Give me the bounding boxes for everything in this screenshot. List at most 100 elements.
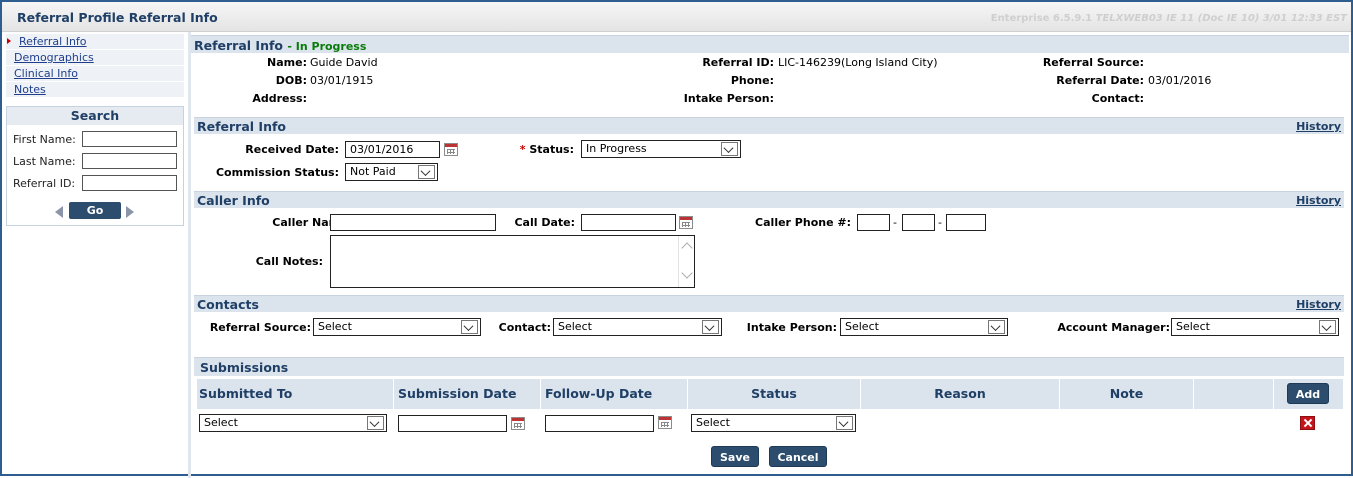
call-date-label: Call Date: <box>514 216 575 229</box>
commission-status-label: Commission Status: <box>215 166 339 179</box>
column-header-submission-date: Submission Date <box>394 379 541 409</box>
last-name-input[interactable] <box>82 153 177 169</box>
app-window: Referral Profile Referral Info Enterpris… <box>0 0 1353 478</box>
contact-header-label: Contact: <box>1091 92 1144 105</box>
referral-source-select[interactable]: Select <box>313 318 481 336</box>
required-marker: * <box>519 143 526 156</box>
referral-header-bar: Referral Info - In Progress <box>191 35 1349 53</box>
submitted-to-value: Select <box>204 416 238 429</box>
search-title: Search <box>7 107 183 125</box>
calendar-icon[interactable] <box>511 417 525 430</box>
received-date-input[interactable]: 03/01/2016 <box>345 141 440 158</box>
phone-separator: - <box>938 216 942 229</box>
referral-source-header-label: Referral Source: <box>1042 56 1144 69</box>
referral-header-title: Referral Info - In Progress <box>194 38 366 53</box>
referral-id-label: Referral ID: <box>13 177 76 190</box>
chevron-down-icon <box>681 267 693 279</box>
caller-info-section-header: Caller Info History <box>194 191 1344 208</box>
chevron-down-icon <box>1319 320 1336 334</box>
submission-date-input[interactable] <box>398 415 507 432</box>
first-name-input[interactable] <box>82 131 177 147</box>
main-panel: Referral Info - In Progress Name: Guide … <box>191 32 1351 478</box>
status-label: * Status: <box>520 143 574 156</box>
submission-status-select[interactable]: Select <box>691 414 856 432</box>
caller-phone-line-input[interactable] <box>946 214 986 231</box>
caller-name-input[interactable] <box>330 214 496 231</box>
submissions-section-header: Submissions <box>194 357 1344 376</box>
contacts-history-link[interactable]: History <box>1296 298 1341 311</box>
calendar-icon[interactable] <box>679 216 693 229</box>
account-manager-label: Account Manager: <box>1057 321 1170 334</box>
intake-person-select[interactable]: Select <box>840 318 1008 336</box>
name-label: Name: <box>267 56 307 69</box>
chevron-up-icon <box>681 242 693 254</box>
chevron-down-icon <box>721 142 738 156</box>
go-button[interactable]: Go <box>69 202 121 219</box>
sidebar-item-notes[interactable]: Notes <box>6 82 184 98</box>
phone-separator: - <box>893 216 897 229</box>
intake-person-value: Select <box>845 320 879 333</box>
referral-info-section-header: Referral Info History <box>194 117 1344 134</box>
caller-phone-prefix-input[interactable] <box>902 214 935 231</box>
submitted-to-select[interactable]: Select <box>199 414 387 432</box>
caller-info-section-title: Caller Info <box>197 193 270 208</box>
title-bar: Referral Profile Referral Info Enterpris… <box>2 2 1351 32</box>
account-manager-value: Select <box>1176 320 1210 333</box>
caller-phone-label: Caller Phone #: <box>755 216 851 229</box>
column-header-status: Status <box>688 379 861 409</box>
referral-source-label: Referral Source: <box>209 321 311 334</box>
dob-label: DOB: <box>275 74 307 87</box>
submission-status-value: Select <box>696 416 730 429</box>
status-select[interactable]: In Progress <box>581 140 741 158</box>
referral-header-label: Referral Info <box>194 38 283 53</box>
page-title: Referral Profile Referral Info <box>17 10 218 25</box>
referral-info-history-link[interactable]: History <box>1296 120 1341 133</box>
intake-person-header-label: Intake Person: <box>683 92 774 105</box>
status-label-text: Status: <box>529 143 574 156</box>
add-submission-button[interactable]: Add <box>1287 383 1329 404</box>
contact-label: Contact: <box>498 321 551 334</box>
calendar-icon[interactable] <box>658 416 672 429</box>
chevron-down-icon <box>418 165 435 179</box>
intake-person-label: Intake Person: <box>746 321 837 334</box>
caller-info-history-link[interactable]: History <box>1296 194 1341 207</box>
referral-date-label: Referral Date: <box>1056 74 1144 87</box>
environment-info: Enterprise 6.5.9.1 TELXWEB03 IE 11 (Doc … <box>991 13 1347 24</box>
contacts-section-title: Contacts <box>197 297 259 312</box>
contact-select[interactable]: Select <box>553 318 722 336</box>
previous-arrow-icon[interactable] <box>55 206 63 218</box>
last-name-label: Last Name: <box>13 155 76 168</box>
commission-status-select[interactable]: Not Paid <box>345 163 438 181</box>
column-header-reason: Reason <box>861 379 1060 409</box>
name-value: Guide David <box>310 56 378 69</box>
sidebar-item-demographics[interactable]: Demographics <box>6 50 184 66</box>
chevron-down-icon <box>367 416 384 430</box>
commission-status-value: Not Paid <box>350 165 396 178</box>
referral-source-value: Select <box>318 320 352 333</box>
save-button[interactable]: Save <box>711 446 759 467</box>
call-notes-textarea[interactable] <box>330 235 695 288</box>
sidebar-item-clinical-info[interactable]: Clinical Info <box>6 66 184 82</box>
follow-up-date-input[interactable] <box>545 415 654 432</box>
first-name-label: First Name: <box>13 133 76 146</box>
received-date-label: Received Date: <box>245 143 339 156</box>
phone-label: Phone: <box>730 74 774 87</box>
column-header-note: Note <box>1060 379 1194 409</box>
chevron-down-icon <box>988 320 1005 334</box>
contacts-section-header: Contacts History <box>194 295 1344 312</box>
next-arrow-icon[interactable] <box>126 206 134 218</box>
delete-row-icon[interactable] <box>1300 416 1315 430</box>
chevron-down-icon <box>461 320 478 334</box>
dob-value: 03/01/1915 <box>310 74 374 87</box>
referral-id-value: LIC-146239(Long Island City) <box>778 56 938 69</box>
sidebar-item-referral-info[interactable]: Referral Info <box>6 34 184 50</box>
account-manager-select[interactable]: Select <box>1171 318 1339 336</box>
cancel-button[interactable]: Cancel <box>769 446 827 467</box>
caller-phone-area-input[interactable] <box>857 214 890 231</box>
search-panel: Search First Name: Last Name: Referral I… <box>6 106 184 226</box>
textarea-scrollbar[interactable] <box>678 236 694 287</box>
call-date-input[interactable] <box>581 214 676 231</box>
chevron-down-icon <box>702 320 719 334</box>
referral-id-input[interactable] <box>82 175 177 191</box>
calendar-icon[interactable] <box>444 143 458 156</box>
